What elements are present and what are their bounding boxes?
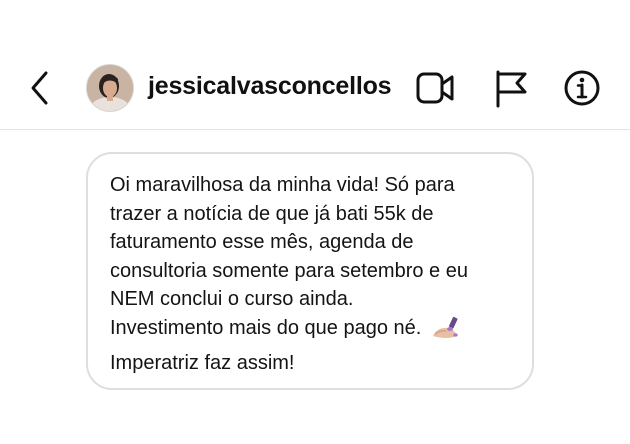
message-line-with-emoji: Investimento mais do que pago né.: [110, 314, 512, 349]
username[interactable]: jessicalvasconcellos: [148, 72, 392, 101]
message-line: consultoria somente para setembro e eu: [110, 259, 468, 282]
flag-icon: [496, 70, 527, 108]
video-call-button[interactable]: [412, 66, 456, 110]
info-icon: [564, 70, 600, 106]
message-line: Oi maravilhosa da minha vida! Só para: [110, 174, 455, 196]
profile-photo: [87, 65, 133, 111]
report-button[interactable]: [490, 66, 534, 110]
chat-header: jessicalvasconcellos: [0, 0, 630, 130]
nail-polish-icon: [431, 314, 461, 349]
message-line: NEM conclui o curso ainda.: [110, 288, 354, 311]
info-button[interactable]: [560, 66, 604, 110]
chevron-left-icon: [31, 71, 48, 105]
video-call-icon: [416, 72, 454, 104]
avatar[interactable]: [86, 64, 134, 112]
message-line: trazer a notícia de que já bati 55k de: [110, 202, 434, 225]
message-bubble[interactable]: Oi maravilhosa da minha vida! Só para tr…: [86, 152, 534, 390]
back-button[interactable]: [26, 68, 56, 108]
message-text: Investimento mais do que pago né.: [110, 316, 422, 339]
message-line: faturamento esse mês, agenda de: [110, 231, 414, 254]
message-line: Imperatriz faz assim!: [110, 351, 295, 374]
